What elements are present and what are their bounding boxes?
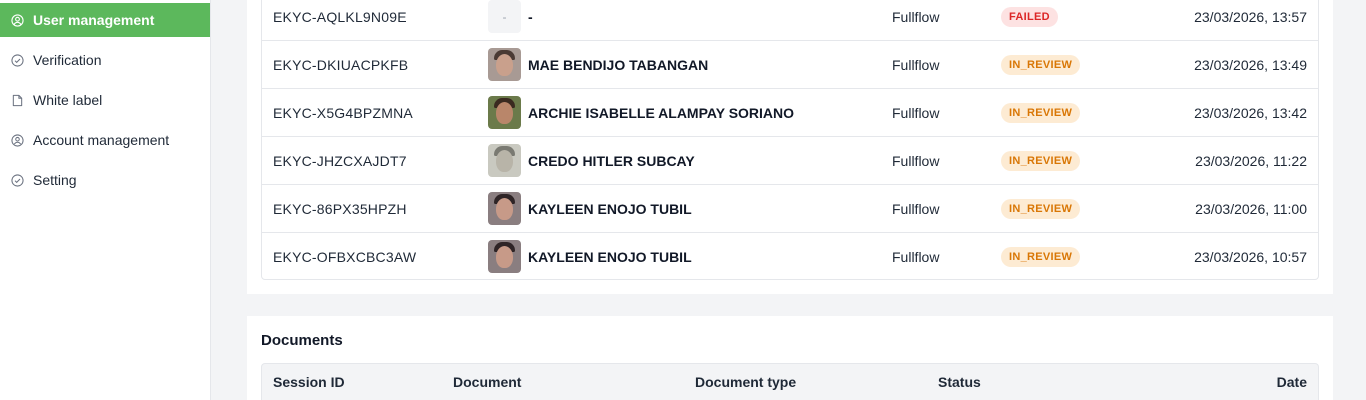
user-name: - — [528, 9, 533, 25]
sessions-card: EKYC-AQLKL9N09E - - Fullflow FAILED 23/0… — [247, 0, 1333, 294]
session-id: EKYC-AQLKL9N09E — [273, 9, 407, 25]
sidebar-item-label: User management — [33, 12, 155, 28]
user-name: KAYLEEN ENOJO TUBIL — [528, 201, 692, 217]
session-id: EKYC-OFBXCBC3AW — [273, 249, 417, 265]
status-badge: IN_REVIEW — [1001, 55, 1081, 75]
sidebar-item-label: Verification — [33, 52, 102, 68]
document-icon — [11, 94, 24, 107]
status-badge: IN_REVIEW — [1001, 103, 1081, 123]
flow-type: Fullflow — [892, 9, 940, 25]
flow-type: Fullflow — [892, 105, 940, 121]
session-date: 23/03/2026, 10:57 — [1194, 249, 1307, 265]
status-badge: FAILED — [1001, 7, 1058, 27]
sessions-table: EKYC-AQLKL9N09E - - Fullflow FAILED 23/0… — [261, 0, 1319, 280]
selfie-thumbnail[interactable] — [488, 144, 521, 177]
user-name: CREDO HITLER SUBCAY — [528, 153, 695, 169]
check-circle-icon — [11, 173, 24, 187]
column-header-status[interactable]: Status — [938, 374, 981, 390]
column-header-session-id[interactable]: Session ID — [273, 374, 345, 390]
sidebar-item-user-management[interactable]: User management — [0, 3, 210, 37]
session-id: EKYC-JHZCXAJDT7 — [273, 153, 407, 169]
sidebar-item-verification[interactable]: Verification — [0, 43, 210, 77]
table-row[interactable]: EKYC-OFBXCBC3AW KAYLEEN ENOJO TUBIL Full… — [262, 233, 1318, 281]
section-title: Documents — [261, 332, 343, 349]
user-name: KAYLEEN ENOJO TUBIL — [528, 249, 692, 265]
documents-table-header: Session ID Document Document type Status… — [261, 363, 1319, 400]
session-date: 23/03/2026, 11:00 — [1195, 201, 1307, 217]
flow-type: Fullflow — [892, 57, 940, 73]
sidebar: User management Verification White label… — [0, 0, 211, 400]
column-header-document-type[interactable]: Document type — [695, 374, 796, 390]
selfie-thumbnail[interactable] — [488, 96, 521, 129]
session-id: EKYC-DKIUACPKFB — [273, 57, 409, 73]
table-row[interactable]: EKYC-JHZCXAJDT7 CREDO HITLER SUBCAY Full… — [262, 137, 1318, 185]
status-badge: IN_REVIEW — [1001, 151, 1081, 171]
column-header-date[interactable]: Date — [1277, 374, 1307, 390]
table-row[interactable]: EKYC-X5G4BPZMNA ARCHIE ISABELLE ALAMPAY … — [262, 89, 1318, 137]
user-circle-icon — [11, 13, 24, 27]
selfie-thumbnail[interactable] — [488, 48, 521, 81]
selfie-thumbnail[interactable] — [488, 192, 521, 225]
main-content: EKYC-AQLKL9N09E - - Fullflow FAILED 23/0… — [211, 0, 1366, 400]
sidebar-item-label: Setting — [33, 172, 77, 188]
status-badge: IN_REVIEW — [1001, 199, 1081, 219]
column-header-document[interactable]: Document — [453, 374, 521, 390]
sidebar-item-label: White label — [33, 92, 103, 108]
session-date: 23/03/2026, 13:42 — [1194, 105, 1307, 121]
account-icon — [11, 133, 24, 147]
session-date: 23/03/2026, 11:22 — [1195, 153, 1307, 169]
sidebar-item-white-label[interactable]: White label — [0, 83, 210, 117]
session-date: 23/03/2026, 13:49 — [1194, 57, 1307, 73]
selfie-placeholder: - — [488, 0, 521, 33]
sidebar-item-account-management[interactable]: Account management — [0, 123, 210, 157]
sidebar-item-setting[interactable]: Setting — [0, 163, 210, 197]
sidebar-item-label: Account management — [33, 132, 170, 148]
documents-card: Documents Session ID Document Document t… — [247, 316, 1333, 400]
table-row[interactable]: EKYC-AQLKL9N09E - - Fullflow FAILED 23/0… — [262, 0, 1318, 41]
session-id: EKYC-X5G4BPZMNA — [273, 105, 413, 121]
session-id: EKYC-86PX35HPZH — [273, 201, 407, 217]
table-row[interactable]: EKYC-DKIUACPKFB MAE BENDIJO TABANGAN Ful… — [262, 41, 1318, 89]
status-badge: IN_REVIEW — [1001, 247, 1081, 267]
flow-type: Fullflow — [892, 249, 940, 265]
check-circle-icon — [11, 53, 24, 67]
user-name: ARCHIE ISABELLE ALAMPAY SORIANO — [528, 105, 795, 121]
selfie-thumbnail[interactable] — [488, 240, 521, 273]
flow-type: Fullflow — [892, 153, 940, 169]
session-date: 23/03/2026, 13:57 — [1194, 9, 1307, 25]
table-row[interactable]: EKYC-86PX35HPZH KAYLEEN ENOJO TUBIL Full… — [262, 185, 1318, 233]
flow-type: Fullflow — [892, 201, 940, 217]
user-name: MAE BENDIJO TABANGAN — [528, 57, 709, 73]
